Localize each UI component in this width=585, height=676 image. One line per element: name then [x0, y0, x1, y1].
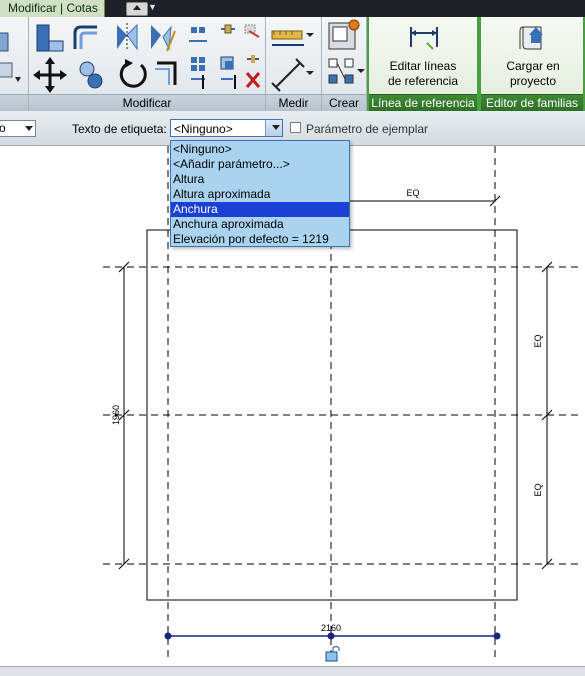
- dropdown-option[interactable]: Altura aproximada: [171, 187, 349, 202]
- dropdown-option[interactable]: <Ninguno>: [171, 142, 349, 157]
- panel-modificar-label: Modificar: [29, 94, 265, 111]
- load-into-project-icon: [519, 26, 543, 50]
- dimension-left-text: 1960: [111, 405, 121, 425]
- copy-icon[interactable]: [79, 61, 103, 89]
- panel-clipboard: [0, 17, 29, 111]
- minimize-ribbon-button[interactable]: [126, 2, 148, 16]
- edit-reference-lines-button[interactable]: Editar líneas de referencia: [369, 17, 477, 93]
- panel-editor-familias: Cargar en proyecto Editor de familias: [479, 17, 585, 111]
- paste-icon[interactable]: [0, 29, 26, 85]
- split-element-icon[interactable]: [189, 27, 207, 42]
- left-options-combo[interactable]: o: [0, 120, 36, 137]
- trim-extend-icon[interactable]: [155, 61, 177, 85]
- panel-crear: Crear: [322, 17, 367, 111]
- align-icon[interactable]: [36, 24, 64, 52]
- label-text-value: <Ninguno>: [174, 122, 233, 136]
- edit-reference-lines-icon: [410, 27, 438, 50]
- dropdown-option[interactable]: Elevación por defecto = 1219: [171, 232, 349, 247]
- dimension-bottom-text: 2160: [321, 623, 341, 633]
- dimension-grip-left[interactable]: [164, 632, 172, 640]
- label-text-dropdown-list: <Ninguno> <Añadir parámetro...> Altura Altu…: [170, 140, 350, 247]
- instance-parameter-checkbox[interactable]: [290, 122, 301, 133]
- panel-modificar: Modificar: [29, 17, 266, 111]
- array-icon[interactable]: [191, 57, 205, 71]
- chevron-down-icon: [25, 126, 33, 131]
- dropdown-option[interactable]: Anchura: [171, 202, 349, 217]
- rotate-icon[interactable]: [119, 59, 147, 88]
- panel-crear-label: Crear: [322, 94, 366, 111]
- tab-modificar-cotas[interactable]: Modificar | Cotas: [0, 0, 105, 17]
- trim-multiple-icon[interactable]: [221, 75, 236, 89]
- move-icon[interactable]: [33, 57, 67, 93]
- dropdown-option[interactable]: <Añadir parámetro...>: [171, 157, 349, 172]
- label-text-label: Texto de etiqueta:: [72, 122, 167, 136]
- dimension-right-bottom-text: EQ: [533, 483, 543, 496]
- dropdown-option[interactable]: Anchura aproximada: [171, 217, 349, 232]
- edit-reference-lines-label: Editar líneas de referencia: [387, 59, 459, 88]
- lock-icon[interactable]: [325, 646, 340, 662]
- panel-medir: Medir: [266, 17, 322, 111]
- dimension-grip-middle[interactable]: [327, 632, 335, 640]
- panel-editor-familias-label: Editor de familias: [481, 94, 583, 111]
- panel-medir-label: Medir: [266, 94, 321, 111]
- label-text-dropdown-button[interactable]: [265, 120, 282, 136]
- dimension-top-text: EQ: [406, 188, 419, 198]
- create-similar-icon[interactable]: [328, 19, 360, 50]
- chevron-down-icon: [272, 125, 280, 130]
- pin-icon[interactable]: [221, 24, 235, 34]
- offset-icon[interactable]: [73, 25, 97, 49]
- instance-parameter-label: Parámetro de ejemplar: [306, 122, 429, 136]
- load-into-project-label: Cargar en proyecto: [506, 59, 560, 88]
- ribbon-options-caret-icon[interactable]: ▼: [148, 2, 157, 12]
- panel-linea-referencia: Editar líneas de referencia Línea de ref…: [367, 17, 479, 111]
- scale-icon[interactable]: [220, 56, 234, 70]
- ribbon-tab-bar: Modificar | Cotas ▼: [0, 0, 585, 17]
- trim-single-icon[interactable]: [191, 75, 205, 89]
- delete-icon[interactable]: [245, 72, 261, 88]
- label-text-select[interactable]: <Ninguno>: [170, 119, 283, 137]
- pin-small-icon[interactable]: [247, 55, 259, 63]
- mirror-draw-icon[interactable]: [151, 25, 176, 52]
- measure-between-icon[interactable]: [271, 58, 314, 92]
- dimension-right-top-text: EQ: [533, 334, 543, 347]
- panel-linea-referencia-label: Línea de referencia: [369, 94, 477, 111]
- aligned-dimension-icon[interactable]: [271, 30, 314, 46]
- dropdown-option[interactable]: Altura: [171, 172, 349, 187]
- load-into-project-button[interactable]: Cargar en proyecto: [481, 17, 585, 93]
- panel-clipboard-label: [0, 94, 28, 111]
- unpin-icon[interactable]: [244, 24, 260, 38]
- measure-tools-icons: [271, 30, 314, 92]
- mirror-axis-icon[interactable]: [117, 23, 138, 51]
- dimension-bottom-2160[interactable]: [164, 632, 501, 640]
- ribbon: Modificar Medir Crear Editar líneas de r…: [0, 17, 585, 111]
- dimension-grip-right[interactable]: [493, 632, 501, 640]
- create-group-icon[interactable]: [328, 58, 365, 84]
- create-tools-icons: [328, 19, 365, 84]
- modify-tools-icons: [33, 23, 261, 93]
